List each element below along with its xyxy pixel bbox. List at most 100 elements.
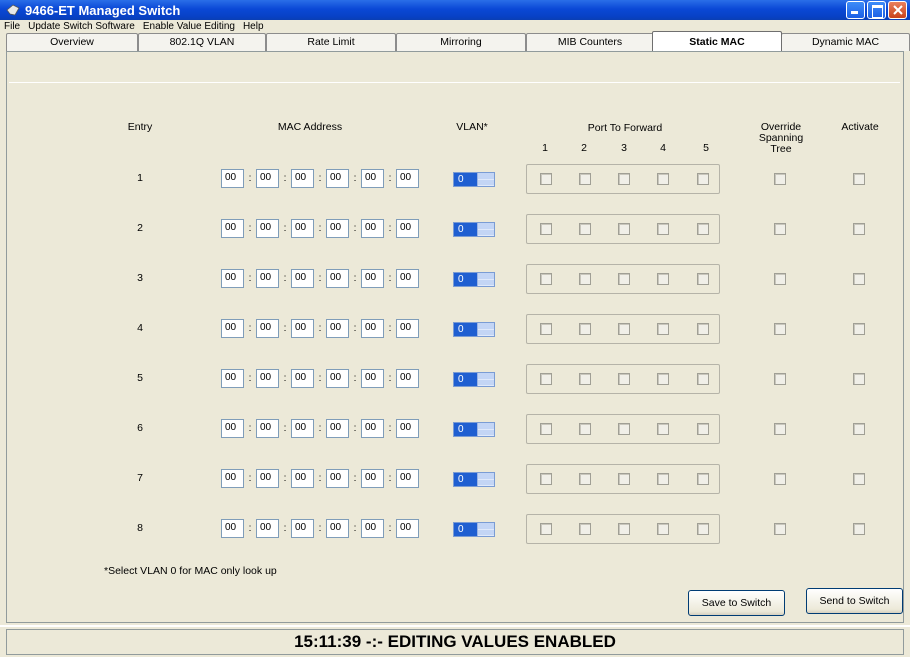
port-5-checkbox[interactable] bbox=[697, 473, 709, 485]
port-3-checkbox[interactable] bbox=[618, 173, 630, 185]
activate-checkbox[interactable] bbox=[853, 273, 865, 285]
tab-rate-limit[interactable]: Rate Limit bbox=[266, 33, 396, 51]
vlan-spinner[interactable]: 0 bbox=[453, 222, 495, 237]
port-2-checkbox[interactable] bbox=[579, 423, 591, 435]
port-3-checkbox[interactable] bbox=[618, 523, 630, 535]
tab-mib-counters[interactable]: MIB Counters bbox=[526, 33, 654, 51]
vlan-value[interactable]: 0 bbox=[454, 173, 477, 186]
activate-checkbox[interactable] bbox=[853, 323, 865, 335]
mac-octet-input[interactable]: 00 bbox=[326, 169, 349, 188]
port-3-checkbox[interactable] bbox=[618, 323, 630, 335]
tab-overview[interactable]: Overview bbox=[6, 33, 138, 51]
mac-octet-input[interactable]: 00 bbox=[326, 219, 349, 238]
activate-checkbox[interactable] bbox=[853, 423, 865, 435]
port-4-checkbox[interactable] bbox=[657, 423, 669, 435]
mac-octet-input[interactable]: 00 bbox=[221, 369, 244, 388]
mac-octet-input[interactable]: 00 bbox=[326, 419, 349, 438]
mac-octet-input[interactable]: 00 bbox=[256, 469, 279, 488]
vlan-value[interactable]: 0 bbox=[454, 473, 477, 486]
port-5-checkbox[interactable] bbox=[697, 523, 709, 535]
port-3-checkbox[interactable] bbox=[618, 223, 630, 235]
vlan-value[interactable]: 0 bbox=[454, 273, 477, 286]
mac-octet-input[interactable]: 00 bbox=[256, 269, 279, 288]
mac-octet-input[interactable]: 00 bbox=[396, 169, 419, 188]
mac-octet-input[interactable]: 00 bbox=[396, 469, 419, 488]
mac-octet-input[interactable]: 00 bbox=[361, 319, 384, 338]
mac-octet-input[interactable]: 00 bbox=[221, 269, 244, 288]
activate-checkbox[interactable] bbox=[853, 523, 865, 535]
activate-checkbox[interactable] bbox=[853, 223, 865, 235]
mac-octet-input[interactable]: 00 bbox=[396, 319, 419, 338]
mac-octet-input[interactable]: 00 bbox=[221, 169, 244, 188]
port-2-checkbox[interactable] bbox=[579, 323, 591, 335]
mac-octet-input[interactable]: 00 bbox=[291, 319, 314, 338]
override-spanning-tree-checkbox[interactable] bbox=[774, 523, 786, 535]
mac-octet-input[interactable]: 00 bbox=[291, 169, 314, 188]
vlan-spinner[interactable]: 0 bbox=[453, 172, 495, 187]
port-4-checkbox[interactable] bbox=[657, 273, 669, 285]
port-2-checkbox[interactable] bbox=[579, 173, 591, 185]
maximize-button[interactable] bbox=[867, 1, 886, 19]
port-1-checkbox[interactable] bbox=[540, 473, 552, 485]
spin-arrows-icon[interactable] bbox=[477, 423, 494, 436]
mac-octet-input[interactable]: 00 bbox=[291, 219, 314, 238]
vlan-spinner[interactable]: 0 bbox=[453, 272, 495, 287]
port-2-checkbox[interactable] bbox=[579, 223, 591, 235]
mac-octet-input[interactable]: 00 bbox=[256, 219, 279, 238]
send-to-switch-button[interactable]: Send to Switch bbox=[806, 588, 903, 614]
mac-octet-input[interactable]: 00 bbox=[256, 319, 279, 338]
override-spanning-tree-checkbox[interactable] bbox=[774, 423, 786, 435]
port-4-checkbox[interactable] bbox=[657, 323, 669, 335]
vlan-spinner[interactable]: 0 bbox=[453, 522, 495, 537]
port-2-checkbox[interactable] bbox=[579, 473, 591, 485]
mac-octet-input[interactable]: 00 bbox=[326, 519, 349, 538]
override-spanning-tree-checkbox[interactable] bbox=[774, 323, 786, 335]
mac-octet-input[interactable]: 00 bbox=[256, 519, 279, 538]
port-5-checkbox[interactable] bbox=[697, 373, 709, 385]
spin-arrows-icon[interactable] bbox=[477, 223, 494, 236]
port-4-checkbox[interactable] bbox=[657, 223, 669, 235]
port-1-checkbox[interactable] bbox=[540, 173, 552, 185]
mac-octet-input[interactable]: 00 bbox=[221, 319, 244, 338]
minimize-button[interactable] bbox=[846, 1, 865, 19]
port-4-checkbox[interactable] bbox=[657, 523, 669, 535]
mac-octet-input[interactable]: 00 bbox=[326, 369, 349, 388]
spin-arrows-icon[interactable] bbox=[477, 173, 494, 186]
save-to-switch-button[interactable]: Save to Switch bbox=[688, 590, 785, 616]
mac-octet-input[interactable]: 00 bbox=[396, 269, 419, 288]
mac-octet-input[interactable]: 00 bbox=[361, 419, 384, 438]
activate-checkbox[interactable] bbox=[853, 173, 865, 185]
activate-checkbox[interactable] bbox=[853, 373, 865, 385]
mac-octet-input[interactable]: 00 bbox=[361, 169, 384, 188]
menu-help[interactable]: Help bbox=[239, 20, 268, 34]
tab-dynamic-mac[interactable]: Dynamic MAC bbox=[781, 33, 910, 51]
mac-octet-input[interactable]: 00 bbox=[291, 369, 314, 388]
mac-octet-input[interactable]: 00 bbox=[396, 519, 419, 538]
port-5-checkbox[interactable] bbox=[697, 273, 709, 285]
override-spanning-tree-checkbox[interactable] bbox=[774, 173, 786, 185]
mac-octet-input[interactable]: 00 bbox=[396, 419, 419, 438]
override-spanning-tree-checkbox[interactable] bbox=[774, 473, 786, 485]
port-5-checkbox[interactable] bbox=[697, 223, 709, 235]
spin-arrows-icon[interactable] bbox=[477, 323, 494, 336]
mac-octet-input[interactable]: 00 bbox=[291, 269, 314, 288]
port-2-checkbox[interactable] bbox=[579, 523, 591, 535]
port-3-checkbox[interactable] bbox=[618, 423, 630, 435]
port-4-checkbox[interactable] bbox=[657, 373, 669, 385]
port-3-checkbox[interactable] bbox=[618, 373, 630, 385]
tab-static-mac[interactable]: Static MAC bbox=[652, 31, 782, 51]
vlan-spinner[interactable]: 0 bbox=[453, 372, 495, 387]
menu-file[interactable]: File bbox=[0, 20, 24, 34]
vlan-value[interactable]: 0 bbox=[454, 423, 477, 436]
mac-octet-input[interactable]: 00 bbox=[221, 219, 244, 238]
vlan-value[interactable]: 0 bbox=[454, 523, 477, 536]
port-5-checkbox[interactable] bbox=[697, 423, 709, 435]
port-5-checkbox[interactable] bbox=[697, 173, 709, 185]
mac-octet-input[interactable]: 00 bbox=[361, 219, 384, 238]
tab-8021q-vlan[interactable]: 802.1Q VLAN bbox=[138, 33, 266, 51]
spin-arrows-icon[interactable] bbox=[477, 273, 494, 286]
mac-octet-input[interactable]: 00 bbox=[291, 519, 314, 538]
override-spanning-tree-checkbox[interactable] bbox=[774, 373, 786, 385]
mac-octet-input[interactable]: 00 bbox=[361, 469, 384, 488]
close-button[interactable] bbox=[888, 1, 907, 19]
